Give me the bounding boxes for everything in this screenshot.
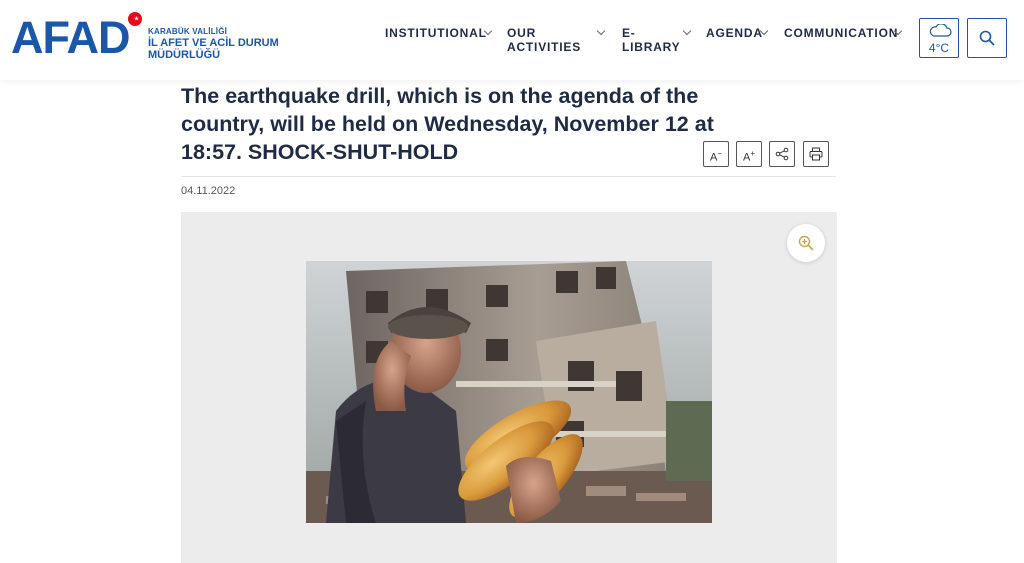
article-photo[interactable] bbox=[306, 261, 712, 523]
site-header: AFAD KARABÜK VALİLİĞİ İL AFET VE ACİL DU… bbox=[0, 0, 1024, 80]
title-divider bbox=[181, 176, 836, 177]
chevron-down-icon bbox=[682, 26, 692, 36]
nav-our-activities[interactable]: OUR ACTIVITIES bbox=[507, 26, 606, 54]
nav-e-library-label-2: LIBRARY bbox=[622, 40, 681, 54]
nav-our-activities-label-1: OUR bbox=[507, 26, 537, 40]
weather-button[interactable]: 4°C bbox=[919, 18, 959, 58]
article-date: 04.11.2022 bbox=[181, 185, 236, 197]
cloud-icon bbox=[929, 24, 952, 37]
nav-communication[interactable]: COMMUNICATION bbox=[784, 26, 903, 40]
logo-subtitle: KARABÜK VALİLİĞİ İL AFET VE ACİL DURUM M… bbox=[148, 27, 288, 61]
turkish-flag-icon bbox=[128, 12, 142, 26]
decrease-font-button[interactable]: A− bbox=[703, 141, 729, 167]
nav-agenda-label: AGENDA bbox=[706, 26, 763, 40]
chevron-down-icon bbox=[596, 26, 606, 36]
nav-our-activities-label-2: ACTIVITIES bbox=[507, 40, 582, 54]
zoom-image-button[interactable] bbox=[787, 224, 825, 262]
weather-temperature: 4°C bbox=[928, 41, 950, 55]
nav-e-library-label-1: E- bbox=[622, 26, 636, 40]
logo-line-directorate: İL AFET VE ACİL DURUM bbox=[148, 37, 279, 49]
nav-institutional-label: INSTITUTIONAL bbox=[385, 26, 487, 40]
decrease-font-sign: − bbox=[717, 149, 722, 158]
article-image-container bbox=[181, 212, 837, 563]
article-title: The earthquake drill, which is on the ag… bbox=[181, 84, 714, 164]
afad-logo[interactable]: AFAD bbox=[11, 14, 130, 62]
nav-communication-label: COMMUNICATION bbox=[784, 26, 899, 40]
print-icon bbox=[809, 147, 823, 161]
share-button[interactable] bbox=[769, 141, 795, 167]
search-icon bbox=[979, 30, 995, 46]
search-button[interactable] bbox=[967, 18, 1007, 58]
logo-line-directorate-2: MÜDÜRLÜĞÜ bbox=[148, 49, 221, 61]
nav-e-library[interactable]: E- LIBRARY bbox=[622, 26, 692, 54]
nav-agenda[interactable]: AGENDA bbox=[706, 26, 769, 40]
logo-wordmark: AFAD bbox=[11, 12, 130, 63]
zoom-in-icon bbox=[798, 235, 814, 251]
print-button[interactable] bbox=[803, 141, 829, 167]
increase-font-sign: + bbox=[750, 149, 755, 158]
increase-font-button[interactable]: A+ bbox=[736, 141, 762, 167]
logo-line-governorship: KARABÜK VALİLİĞİ bbox=[148, 27, 228, 36]
share-icon bbox=[775, 147, 789, 161]
nav-institutional[interactable]: INSTITUTIONAL bbox=[385, 26, 493, 40]
